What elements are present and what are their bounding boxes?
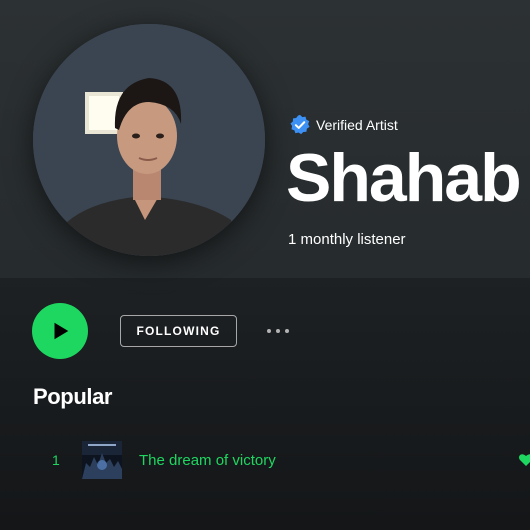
verified-label: Verified Artist (316, 117, 398, 133)
more-dot (267, 329, 271, 333)
play-button[interactable] (32, 303, 88, 359)
track-row[interactable]: 1 The dream of victory (0, 439, 530, 481)
artist-name: Shahab (286, 140, 522, 216)
track-index: 1 (52, 452, 60, 468)
track-title[interactable]: The dream of victory (139, 452, 276, 469)
more-options-icon[interactable] (262, 321, 294, 341)
track-album-art (82, 441, 122, 479)
verified-badge: Verified Artist (289, 114, 398, 136)
heart-icon[interactable] (518, 452, 530, 468)
artist-avatar (33, 24, 265, 256)
verified-check-icon (290, 114, 310, 135)
more-dot (285, 329, 289, 333)
popular-section-title: Popular (33, 384, 113, 409)
monthly-listeners: 1 monthly listener (288, 231, 406, 248)
following-button[interactable]: FOLLOWING (120, 315, 237, 347)
play-icon (54, 322, 69, 340)
more-dot (276, 329, 280, 333)
